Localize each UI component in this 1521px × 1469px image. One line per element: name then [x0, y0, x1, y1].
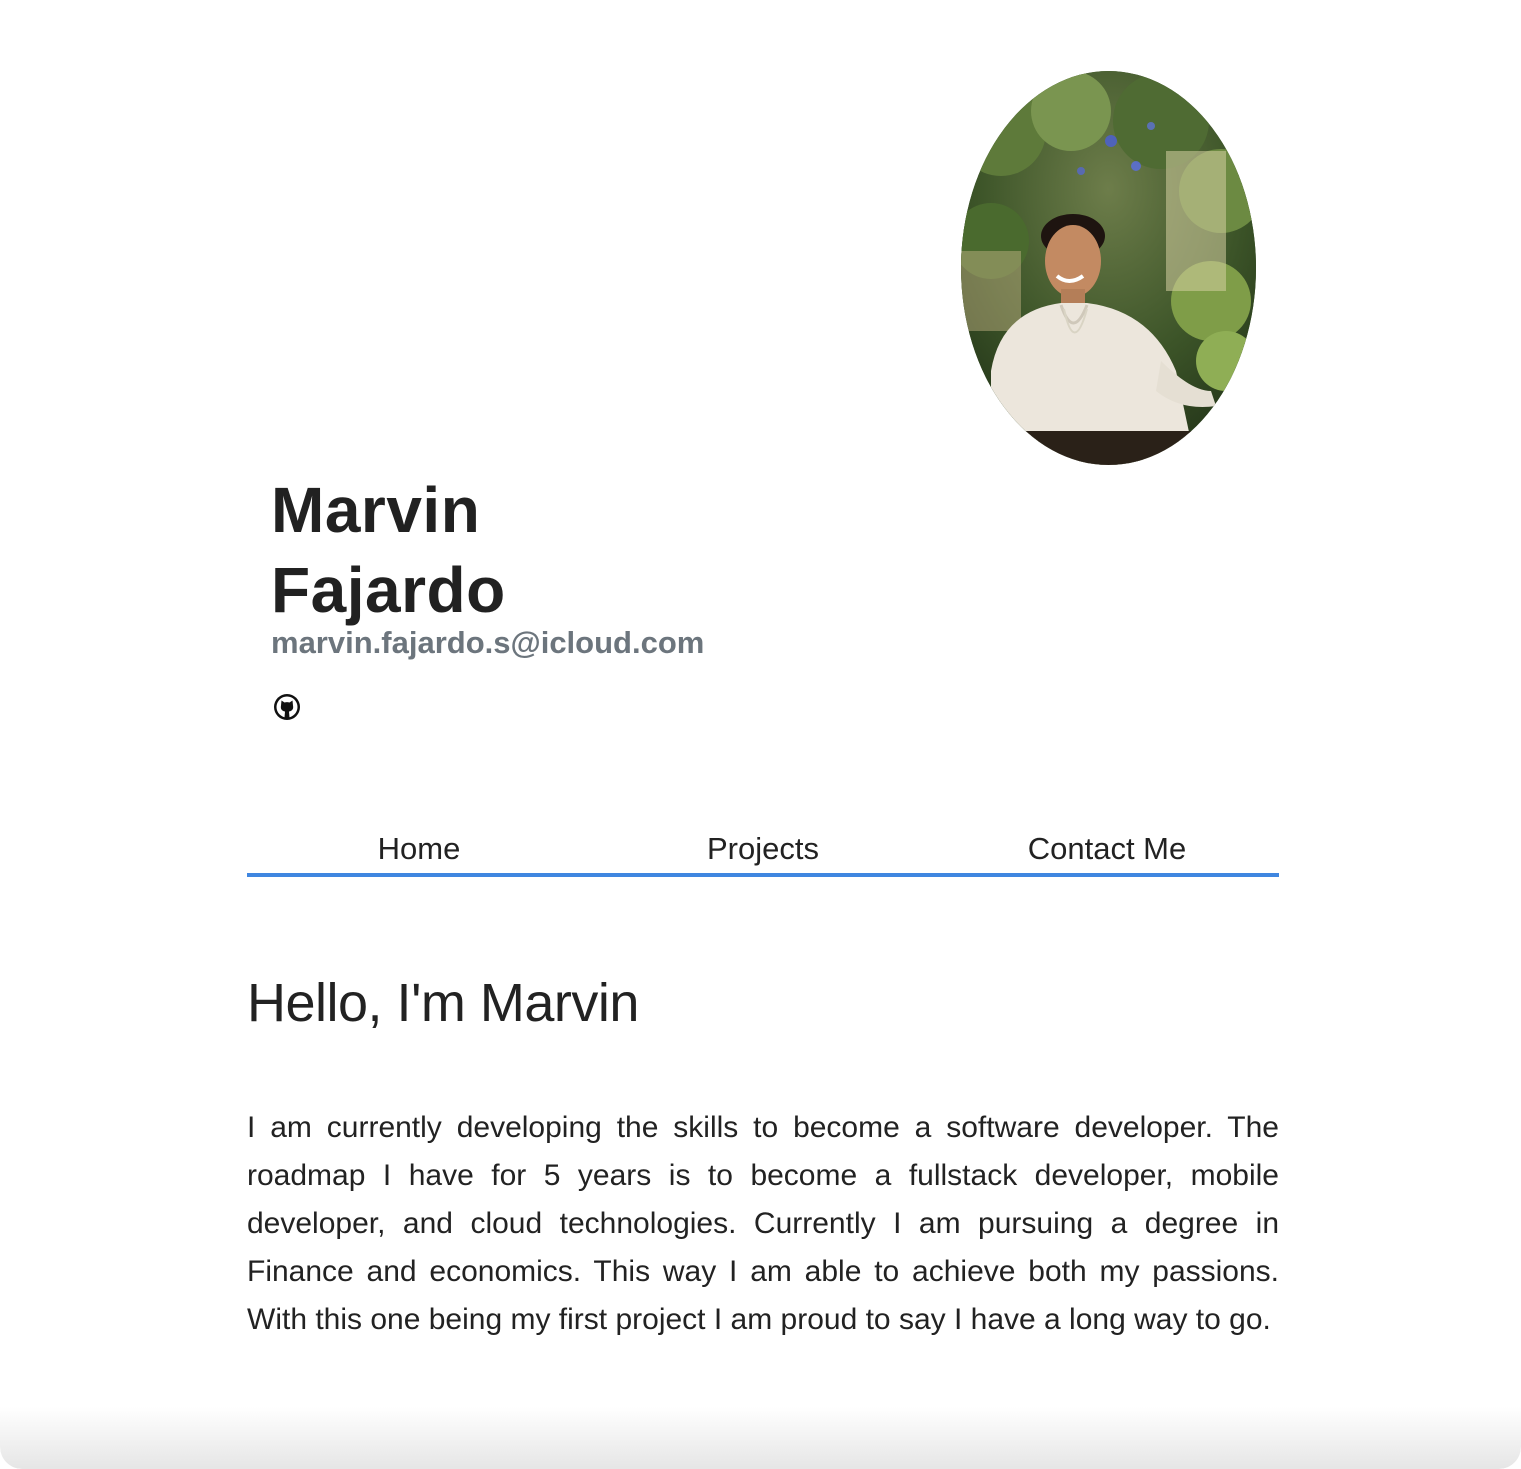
browser-page: Marvin Fajardo marvin.fajardo.s@icloud.c…: [0, 0, 1521, 1469]
window-bottom-edge: [0, 1407, 1521, 1469]
github-link[interactable]: [272, 692, 302, 722]
nav-projects[interactable]: Projects: [591, 823, 935, 873]
profile-photo: [961, 71, 1256, 465]
nav-home[interactable]: Home: [247, 823, 591, 873]
bio-paragraph: I am currently developing the skills to …: [247, 1111, 1279, 1336]
nav-contact-me[interactable]: Contact Me: [935, 823, 1279, 873]
first-name: Marvin: [271, 474, 481, 546]
last-name: Fajardo: [271, 554, 506, 626]
github-icon: [274, 694, 300, 720]
email-link[interactable]: marvin.fajardo.s@icloud.com: [271, 625, 704, 661]
profile-name: Marvin Fajardo: [271, 470, 506, 630]
main-nav: Home Projects Contact Me: [247, 823, 1279, 877]
greeting-heading: Hello, I'm Marvin: [247, 973, 639, 1033]
